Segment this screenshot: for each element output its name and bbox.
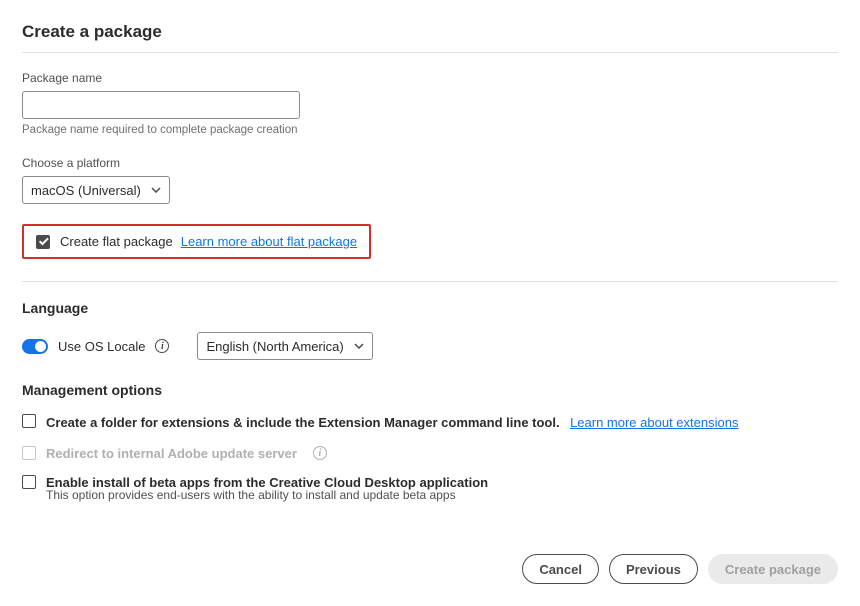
info-icon[interactable]: i bbox=[313, 446, 327, 460]
use-os-locale-toggle[interactable] bbox=[22, 339, 48, 354]
extensions-label: Create a folder for extensions & include… bbox=[46, 415, 560, 430]
extensions-checkbox[interactable] bbox=[22, 414, 36, 428]
flat-package-label: Create flat package bbox=[60, 234, 173, 249]
redirect-checkbox bbox=[22, 446, 36, 460]
beta-apps-checkbox[interactable] bbox=[22, 475, 36, 489]
flat-package-highlight: Create flat package Learn more about fla… bbox=[22, 224, 371, 259]
beta-apps-helper: This option provides end-users with the … bbox=[46, 488, 838, 502]
page-title: Create a package bbox=[22, 22, 838, 42]
management-heading: Management options bbox=[22, 382, 838, 398]
cancel-button[interactable]: Cancel bbox=[522, 554, 599, 584]
language-select[interactable]: English (North America) bbox=[197, 332, 372, 360]
use-os-locale-label: Use OS Locale bbox=[58, 339, 145, 354]
language-selected-value: English (North America) bbox=[206, 339, 343, 354]
platform-selected-value: macOS (Universal) bbox=[31, 183, 141, 198]
info-icon[interactable]: i bbox=[155, 339, 169, 353]
flat-package-checkbox[interactable] bbox=[36, 235, 50, 249]
chevron-down-icon bbox=[151, 187, 161, 193]
previous-button[interactable]: Previous bbox=[609, 554, 698, 584]
extensions-learn-more-link[interactable]: Learn more about extensions bbox=[570, 415, 738, 430]
create-package-button: Create package bbox=[708, 554, 838, 584]
package-name-label: Package name bbox=[22, 71, 838, 85]
package-name-input[interactable] bbox=[22, 91, 300, 119]
language-heading: Language bbox=[22, 300, 838, 316]
platform-label: Choose a platform bbox=[22, 156, 838, 170]
title-divider bbox=[22, 52, 838, 53]
flat-package-learn-more-link[interactable]: Learn more about flat package bbox=[181, 234, 357, 249]
redirect-label: Redirect to internal Adobe update server bbox=[46, 446, 297, 461]
footer: Cancel Previous Create package bbox=[22, 554, 838, 584]
platform-select[interactable]: macOS (Universal) bbox=[22, 176, 170, 204]
chevron-down-icon bbox=[354, 343, 364, 349]
section-divider-1 bbox=[22, 281, 838, 282]
package-name-helper: Package name required to complete packag… bbox=[22, 124, 838, 136]
